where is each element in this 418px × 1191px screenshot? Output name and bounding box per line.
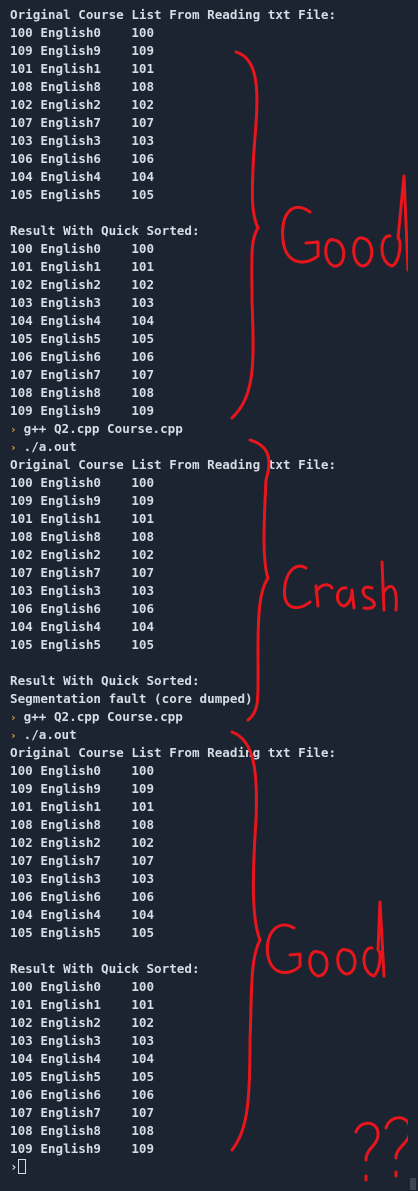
output-line: 102 English2 102 [10, 1015, 155, 1030]
output-line: 109 English9 109 [10, 403, 155, 418]
output-line: 104 English4 104 [10, 907, 155, 922]
command-text: ./a.out [23, 727, 77, 742]
command-text: g++ Q2.cpp Course.cpp [23, 709, 183, 724]
output-line: 109 English9 109 [10, 1141, 155, 1156]
output-line: 107 English7 107 [10, 115, 155, 130]
output-line: 106 English6 106 [10, 349, 155, 364]
output-line: 106 English6 106 [10, 889, 155, 904]
output-line: 108 English8 108 [10, 1123, 155, 1138]
output-line: 102 English2 102 [10, 97, 155, 112]
output-line: 105 English5 105 [10, 187, 155, 202]
output-line: Result With Quick Sorted: [10, 673, 200, 688]
output-line: 107 English7 107 [10, 853, 155, 868]
command-line: › ./a.out [10, 726, 408, 744]
chevron-right-icon: › [10, 729, 17, 742]
scrollbar[interactable] [408, 0, 418, 1191]
output-line: 105 English5 105 [10, 1069, 155, 1084]
output-line: 106 English6 106 [10, 1087, 155, 1102]
output-line: Original Course List From Reading txt Fi… [10, 457, 337, 472]
terminal-output[interactable]: Original Course List From Reading txt Fi… [0, 0, 408, 1191]
chevron-right-icon: › [10, 1159, 18, 1174]
output-line: 100 English0 100 [10, 763, 155, 778]
output-line: 101 English1 101 [10, 997, 155, 1012]
output-line: 108 English8 108 [10, 385, 155, 400]
output-line: 102 English2 102 [10, 277, 155, 292]
output-line: 100 English0 100 [10, 241, 155, 256]
command-text: g++ Q2.cpp Course.cpp [23, 421, 183, 436]
output-line: 102 English2 102 [10, 547, 155, 562]
output-line: Original Course List From Reading txt Fi… [10, 745, 337, 760]
output-line: 104 English4 104 [10, 169, 155, 184]
output-line: 109 English9 109 [10, 43, 155, 58]
output-line: Segmentation fault (core dumped) [10, 691, 253, 706]
scrollbar-thumb[interactable] [410, 1178, 416, 1190]
output-line: Result With Quick Sorted: [10, 223, 200, 238]
input-prompt-line: › [10, 1158, 408, 1176]
chevron-right-icon: › [10, 711, 17, 724]
output-line: 105 English5 105 [10, 637, 155, 652]
output-line: 105 English5 105 [10, 925, 155, 940]
output-line: 103 English3 103 [10, 583, 155, 598]
output-line: Result With Quick Sorted: [10, 961, 200, 976]
output-line: 101 English1 101 [10, 511, 155, 526]
output-line: Original Course List From Reading txt Fi… [10, 7, 337, 22]
output-line: 108 English8 108 [10, 79, 155, 94]
output-line: 104 English4 104 [10, 1051, 155, 1066]
output-line: 105 English5 105 [10, 331, 155, 346]
output-line: 107 English7 107 [10, 1105, 155, 1120]
command-line: › g++ Q2.cpp Course.cpp [10, 708, 408, 726]
output-line: 103 English3 103 [10, 133, 155, 148]
output-line: 100 English0 100 [10, 979, 155, 994]
output-line: 107 English7 107 [10, 565, 155, 580]
output-line: 100 English0 100 [10, 25, 155, 40]
output-line: 103 English3 103 [10, 871, 155, 886]
output-line: 108 English8 108 [10, 817, 155, 832]
output-line: 104 English4 104 [10, 619, 155, 634]
output-line: 106 English6 106 [10, 151, 155, 166]
output-line: 108 English8 108 [10, 529, 155, 544]
output-line: 101 English1 101 [10, 61, 155, 76]
command-line: › ./a.out [10, 438, 408, 456]
output-line: 109 English9 109 [10, 781, 155, 796]
chevron-right-icon: › [10, 423, 17, 436]
output-line: 103 English3 103 [10, 295, 155, 310]
command-line: › g++ Q2.cpp Course.cpp [10, 420, 408, 438]
output-line: 109 English9 109 [10, 493, 155, 508]
output-line: 103 English3 103 [10, 1033, 155, 1048]
output-line: 107 English7 107 [10, 367, 155, 382]
output-line: 101 English1 101 [10, 799, 155, 814]
output-line: 101 English1 101 [10, 259, 155, 274]
output-line: 100 English0 100 [10, 475, 155, 490]
text-cursor[interactable] [17, 1159, 26, 1174]
command-text: ./a.out [23, 439, 77, 454]
chevron-right-icon: › [10, 441, 17, 454]
output-line: 106 English6 106 [10, 601, 155, 616]
output-line: 102 English2 102 [10, 835, 155, 850]
output-line: 104 English4 104 [10, 313, 155, 328]
